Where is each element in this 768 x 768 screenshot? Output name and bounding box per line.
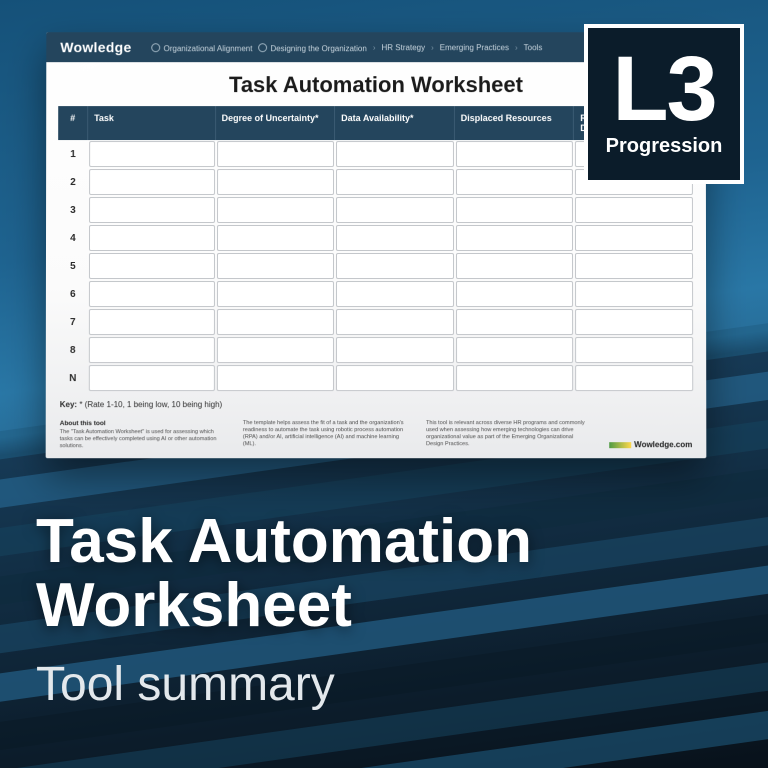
- cell-uncertainty: [216, 337, 334, 363]
- cell-reallocation: [575, 281, 693, 307]
- card-title: Task AutomationWorksheet: [36, 510, 532, 638]
- cell-data-avail: [336, 197, 454, 223]
- footer-about: About this tool The "Task Automation Wor…: [60, 420, 225, 450]
- cell-task: [89, 197, 215, 223]
- footer-about-heading: About this tool: [60, 420, 225, 428]
- col-data: Data Availability*: [335, 106, 455, 140]
- cell-uncertainty: [217, 141, 335, 167]
- row-number: N: [59, 365, 87, 391]
- col-number: #: [58, 106, 88, 140]
- table-row: 7: [58, 308, 694, 336]
- cell-reallocation: [575, 309, 693, 335]
- cell-displaced: [456, 309, 574, 335]
- cell-task: [89, 337, 215, 363]
- cell-data-avail: [336, 169, 454, 195]
- target-icon: [152, 43, 161, 52]
- cell-reallocation: [575, 225, 693, 251]
- cell-uncertainty: [216, 253, 334, 279]
- crumb-4: Tools: [524, 43, 543, 52]
- table-row: N: [58, 364, 694, 392]
- org-icon: [258, 43, 267, 52]
- key-note: Key: * (Rate 1-10, 1 being low, 10 being…: [60, 400, 693, 409]
- crumb-0: Organizational Alignment: [164, 44, 253, 53]
- crumb-3: Emerging Practices: [440, 43, 509, 52]
- cell-uncertainty: [216, 225, 334, 251]
- badge-level: L3: [612, 50, 715, 128]
- footer-about-text: The "Task Automation Worksheet" is used …: [60, 429, 217, 449]
- key-label: Key:: [60, 400, 77, 409]
- card-subtitle: Tool summary: [36, 657, 335, 712]
- table-row: 3: [58, 196, 694, 224]
- cell-displaced: [456, 141, 574, 167]
- chevron-right-icon: ›: [431, 43, 434, 52]
- cell-data-avail: [336, 365, 454, 391]
- worksheet-footer: About this tool The "Task Automation Wor…: [46, 420, 707, 450]
- row-number: 8: [59, 337, 87, 363]
- cell-uncertainty: [216, 281, 334, 307]
- cell-task: [89, 169, 215, 195]
- cell-reallocation: [575, 365, 693, 391]
- cell-reallocation: [575, 197, 693, 223]
- cell-task: [89, 281, 215, 307]
- footer-right-text: This tool is relevant across diverse HR …: [426, 420, 585, 447]
- brand-bar-icon: [609, 442, 631, 448]
- footer-site-text: Wowledge.com: [634, 440, 692, 449]
- col-uncert: Degree of Uncertainty*: [216, 106, 336, 140]
- cell-displaced: [456, 365, 574, 391]
- card-stage: Wowledge Organizational Alignment Design…: [0, 0, 768, 768]
- crumb-2: HR Strategy: [382, 43, 426, 52]
- col-task: Task: [88, 106, 216, 140]
- table-row: 8: [58, 336, 694, 364]
- cell-task: [89, 225, 215, 251]
- cell-reallocation: [575, 253, 693, 279]
- cell-displaced: [456, 197, 574, 223]
- footer-right: This tool is relevant across diverse HR …: [426, 420, 591, 450]
- col-disp: Displaced Resources: [455, 106, 575, 140]
- cell-data-avail: [336, 337, 454, 363]
- row-number: 2: [59, 169, 87, 195]
- cell-data-avail: [336, 281, 454, 307]
- table-row: 6: [58, 280, 694, 308]
- cell-task: [89, 141, 215, 167]
- chevron-right-icon: ›: [515, 43, 518, 52]
- cell-uncertainty: [216, 309, 334, 335]
- cell-reallocation: [575, 337, 693, 363]
- chevron-right-icon: ›: [373, 43, 376, 52]
- cell-data-avail: [336, 225, 454, 251]
- cell-displaced: [456, 281, 574, 307]
- cell-task: [89, 365, 215, 391]
- table-row: 5: [58, 252, 694, 280]
- level-badge: L3 Progression: [584, 24, 744, 184]
- row-number: 6: [59, 281, 87, 307]
- cell-uncertainty: [217, 197, 335, 223]
- cell-data-avail: [336, 309, 454, 335]
- key-text: * (Rate 1-10, 1 being low, 10 being high…: [79, 400, 222, 409]
- badge-label: Progression: [606, 135, 723, 158]
- footer-mid: The template helps assess the fit of a t…: [243, 420, 408, 450]
- brand-logo: Wowledge: [60, 39, 131, 55]
- row-number: 4: [59, 225, 87, 251]
- cell-task: [89, 253, 215, 279]
- card-title-text: Task AutomationWorksheet: [36, 507, 532, 640]
- cell-displaced: [456, 169, 574, 195]
- cell-uncertainty: [217, 169, 335, 195]
- row-number: 3: [59, 197, 87, 223]
- cell-uncertainty: [216, 365, 334, 391]
- footer-site: Wowledge.com: [609, 440, 692, 450]
- cell-displaced: [456, 253, 574, 279]
- row-number: 1: [59, 141, 87, 167]
- crumb-1: Designing the Organization: [270, 44, 366, 53]
- cell-data-avail: [336, 253, 454, 279]
- cell-displaced: [456, 337, 574, 363]
- cell-data-avail: [336, 141, 454, 167]
- cell-task: [89, 309, 215, 335]
- row-number: 7: [59, 309, 87, 335]
- row-number: 5: [59, 253, 87, 279]
- footer-mid-text: The template helps assess the fit of a t…: [243, 420, 404, 447]
- cell-displaced: [456, 225, 574, 251]
- table-row: 4: [58, 224, 694, 252]
